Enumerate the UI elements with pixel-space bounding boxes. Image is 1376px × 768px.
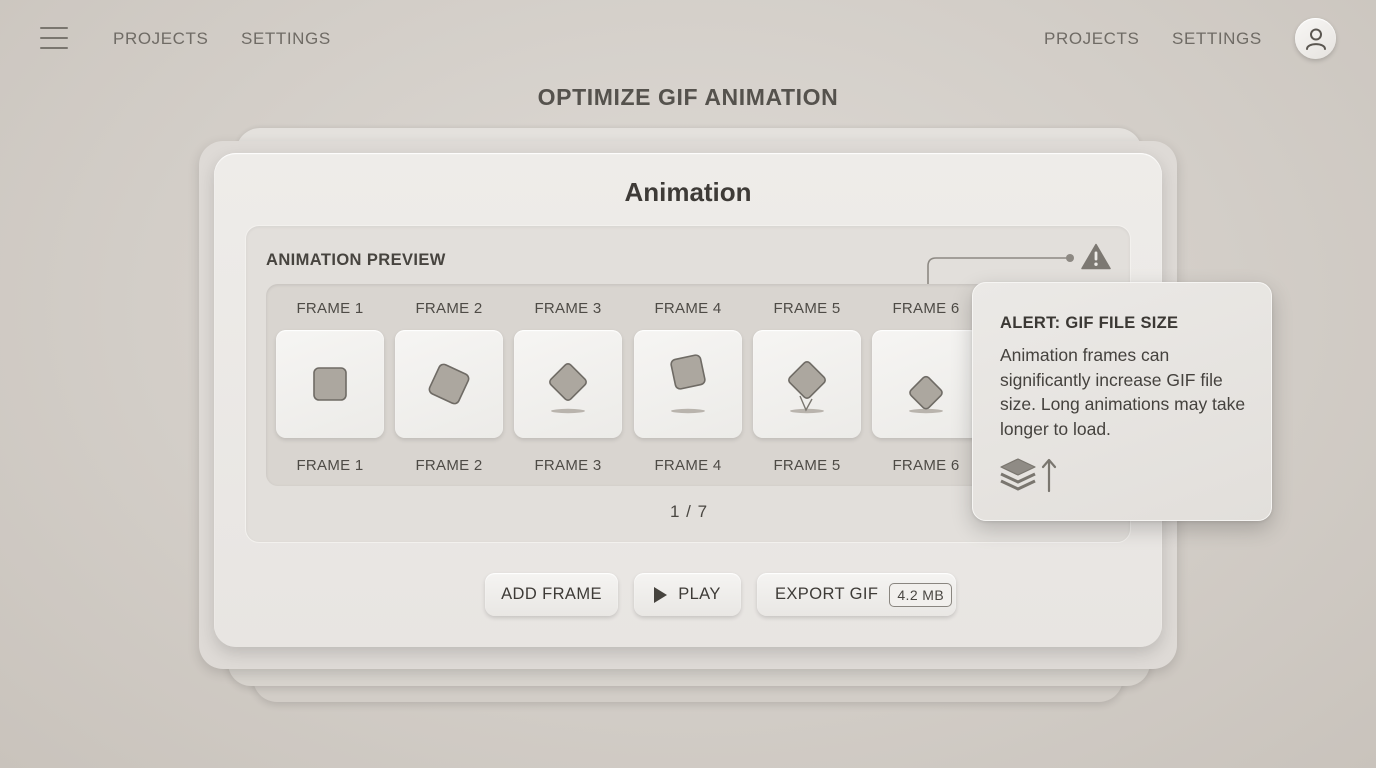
frame-thumbnail[interactable] <box>872 330 980 438</box>
frame-label-top: FRAME 6 <box>892 300 960 317</box>
export-label: EXPORT GIF <box>775 585 879 603</box>
frame-thumbnail[interactable] <box>634 330 742 438</box>
shape-square-icon <box>313 367 347 401</box>
frame-label-top: FRAME 2 <box>415 300 483 317</box>
shape-rotated-square-icon <box>428 363 470 405</box>
add-frame-button[interactable]: ADD FRAME <box>485 573 618 616</box>
warning-triangle-icon[interactable] <box>1081 243 1111 270</box>
nav-link-settings-left[interactable]: SETTINGS <box>241 29 331 49</box>
export-gif-button[interactable]: EXPORT GIF 4.2 MB <box>757 573 956 616</box>
frame-item-3[interactable]: FRAME 3 FRAME 3 <box>514 284 622 486</box>
frame-label-bottom: FRAME 1 <box>296 457 364 474</box>
file-size-badge: 4.2 MB <box>889 582 953 607</box>
frame-strip: FRAME 1 FRAME 1 FRAME 2 FRAME 2 FRAME 3 … <box>266 284 1006 486</box>
frame-label-bottom: FRAME 4 <box>654 457 722 474</box>
alert-body: Animation frames can significantly incre… <box>1000 345 1246 439</box>
gif-size-alert-popover: ALERT: GIF FILE SIZE Animation frames ca… <box>972 282 1272 521</box>
play-button[interactable]: PLAY <box>634 573 741 616</box>
hamburger-menu-icon[interactable] <box>40 27 70 50</box>
layers-size-up-icon <box>1000 458 1057 493</box>
frame-thumbnail[interactable] <box>514 330 622 438</box>
preview-label: ANIMATION PREVIEW <box>266 251 446 269</box>
shape-rotated-square-icon <box>670 354 706 414</box>
play-label: PLAY <box>678 585 721 603</box>
play-icon <box>654 586 668 603</box>
frame-label-bottom: FRAME 3 <box>534 457 602 474</box>
shape-diamond-icon <box>909 375 943 414</box>
frame-item-1[interactable]: FRAME 1 FRAME 1 <box>276 284 384 486</box>
frame-label-bottom: FRAME 5 <box>773 457 841 474</box>
shape-diamond-icon <box>788 361 826 414</box>
nav-link-projects-right[interactable]: PROJECTS <box>1044 29 1139 49</box>
frame-thumbnail[interactable] <box>276 330 384 438</box>
add-frame-label: ADD FRAME <box>501 585 602 603</box>
frame-thumbnail[interactable] <box>753 330 861 438</box>
top-navigation: PROJECTS SETTINGS PROJECTS SETTINGS <box>0 0 1376 76</box>
frame-label-top: FRAME 5 <box>773 300 841 317</box>
frame-label-top: FRAME 1 <box>296 300 364 317</box>
frame-label-top: FRAME 3 <box>534 300 602 317</box>
frame-item-4[interactable]: FRAME 4 FRAME 4 <box>634 284 742 486</box>
page-title: OPTIMIZE GIF ANIMATION <box>537 84 839 110</box>
frame-label-top: FRAME 4 <box>654 300 722 317</box>
nav-link-projects-left[interactable]: PROJECTS <box>113 29 208 49</box>
frame-item-2[interactable]: FRAME 2 FRAME 2 <box>395 284 503 486</box>
avatar[interactable] <box>1295 18 1336 59</box>
user-icon <box>1305 28 1326 50</box>
shape-diamond-icon <box>549 363 587 414</box>
frame-item-5[interactable]: FRAME 5 FRAME 5 <box>753 284 861 486</box>
nav-link-settings-right[interactable]: SETTINGS <box>1172 29 1262 49</box>
frame-label-bottom: FRAME 2 <box>415 457 483 474</box>
frame-thumbnail[interactable] <box>395 330 503 438</box>
card-title: Animation <box>624 177 752 207</box>
frame-item-6[interactable]: FRAME 6 FRAME 6 <box>872 284 980 486</box>
alert-title: ALERT: GIF FILE SIZE <box>1000 314 1179 332</box>
frame-label-bottom: FRAME 6 <box>892 457 960 474</box>
